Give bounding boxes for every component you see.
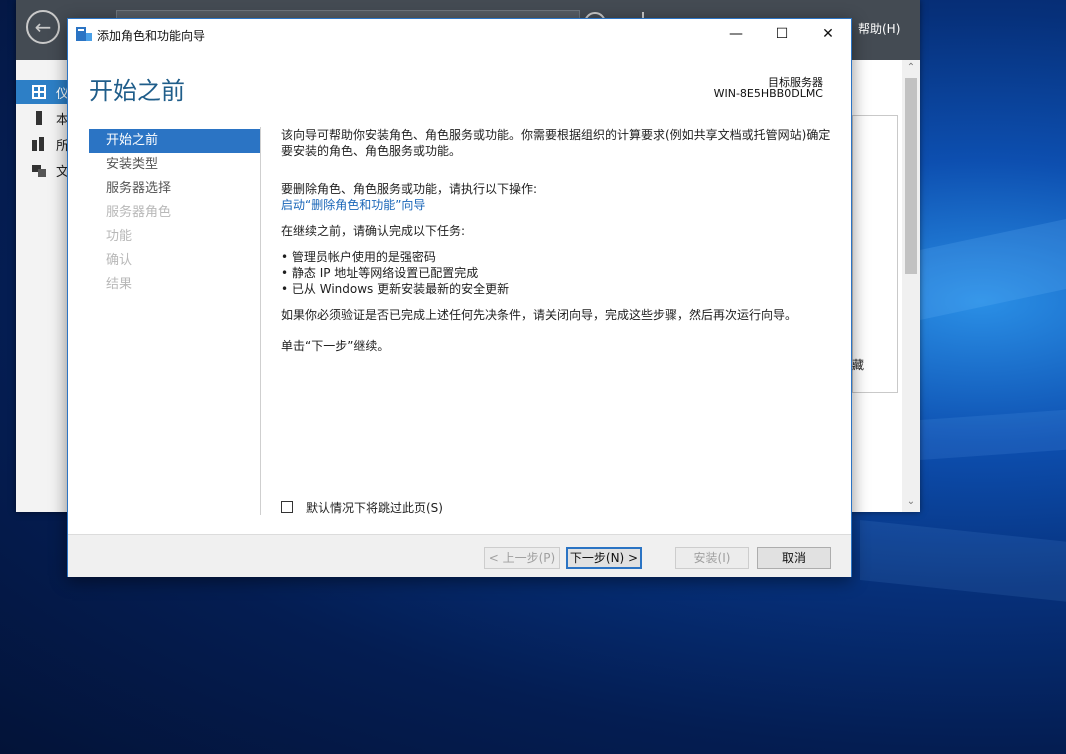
step-server-roles: 服务器角色 [106,205,172,220]
list-item-text: 已从 Windows 更新安装最新的安全更新 [291,282,510,296]
step-before-you-begin[interactable]: 开始之前 [89,129,260,153]
sidebar-item-dashboard[interactable]: 仪 [16,80,69,104]
dashboard-tile [852,115,898,393]
window-title: 添加角色和功能向导 [97,29,206,43]
add-roles-wizard-dialog: 添加角色和功能向导 — ☐ ✕ 开始之前 目标服务器 WIN-8E5HBB0DL… [67,18,852,577]
step-confirmation: 确认 [106,253,133,268]
intro-text: 要安装的角色、角色服务或功能。 [281,144,462,158]
desktop-light-beam [860,520,1066,608]
intro-text: 该向导可帮助你安装角色、角色服务或功能。你需要根据组织的计算要求(例如共享文档或… [281,128,831,142]
maximize-icon: ☐ [775,26,789,42]
sidebar-item-all-servers[interactable]: 所 [16,132,69,156]
close-icon: ✕ [822,26,834,42]
skip-page-checkbox[interactable] [281,501,293,513]
sidebar-item-local-server[interactable]: 本 [16,106,69,130]
step-features: 功能 [106,229,133,244]
file-services-icon [32,165,46,177]
list-item: • 管理员帐户使用的是强密码 [281,250,436,264]
list-item-text: 静态 IP 地址等网络设置已配置完成 [291,266,479,280]
dashboard-icon [32,85,46,99]
close-button[interactable]: ✕ [805,19,851,49]
minimize-icon: — [729,26,743,42]
next-button[interactable]: 下一步(N) > [566,547,642,569]
local-server-icon [36,111,42,125]
destination-server-name: WIN-8E5HBB0DLMC [713,87,823,100]
divider [260,127,261,515]
minimize-button[interactable]: — [713,19,759,49]
server-manager-sidebar: 仪 本 所 文 [16,60,69,512]
step-server-selection[interactable]: 服务器选择 [89,177,260,201]
page-title: 开始之前 [89,77,185,105]
step-results: 结果 [106,277,133,292]
previous-button: < 上一步(P) [484,547,560,569]
step-installation-type[interactable]: 安装类型 [89,153,260,177]
list-item: • 静态 IP 地址等网络设置已配置完成 [281,266,479,280]
wizard-footer: < 上一步(P) 下一步(N) > 安装(I) 取消 [68,534,851,577]
install-button: 安装(I) [675,547,749,569]
back-arrow-icon[interactable]: ← [26,10,60,44]
title-bar: 添加角色和功能向导 — ☐ ✕ [68,19,851,49]
cancel-button[interactable]: 取消 [757,547,831,569]
list-item: • 已从 Windows 更新安装最新的安全更新 [281,282,510,296]
sidebar-item-file-services[interactable]: 文 [16,158,69,182]
desktop-light-beam [920,207,1066,320]
remove-instructions: 要删除角色、角色服务或功能，请执行以下操作: [281,182,538,196]
skip-page-label[interactable]: 默认情况下将跳过此页(S) [306,499,443,516]
list-item-text: 管理员帐户使用的是强密码 [291,250,436,264]
scroll-down-icon[interactable]: ⌄ [902,496,920,507]
wizard-app-icon [76,27,92,41]
scrollbar[interactable]: ⌃ ⌄ [902,60,920,512]
verify-text: 如果你必须验证是否已完成上述任何先决条件，请关闭向导，完成这些步骤，然后再次运行… [281,308,798,322]
help-menu[interactable]: 帮助(H) [858,20,900,37]
wizard-content: 该向导可帮助你安装角色、角色服务或功能。你需要根据组织的计算要求(例如共享文档或… [281,127,841,354]
dashboard-tile-text: 藏 [852,358,865,372]
prerequisites-list: • 管理员帐户使用的是强密码 • 静态 IP 地址等网络设置已配置完成 • 已从… [281,249,841,297]
scrollbar-thumb[interactable] [905,78,917,274]
maximize-button[interactable]: ☐ [759,19,805,49]
desktop-light-beam [920,406,1066,460]
prerequisites-intro: 在继续之前，请确认完成以下任务: [281,224,466,238]
continue-text: 单击“下一步”继续。 [281,339,390,353]
scroll-up-icon[interactable]: ⌃ [902,62,920,73]
all-servers-icon [32,137,44,151]
remove-roles-wizard-link[interactable]: 启动“删除角色和功能”向导 [281,197,841,213]
